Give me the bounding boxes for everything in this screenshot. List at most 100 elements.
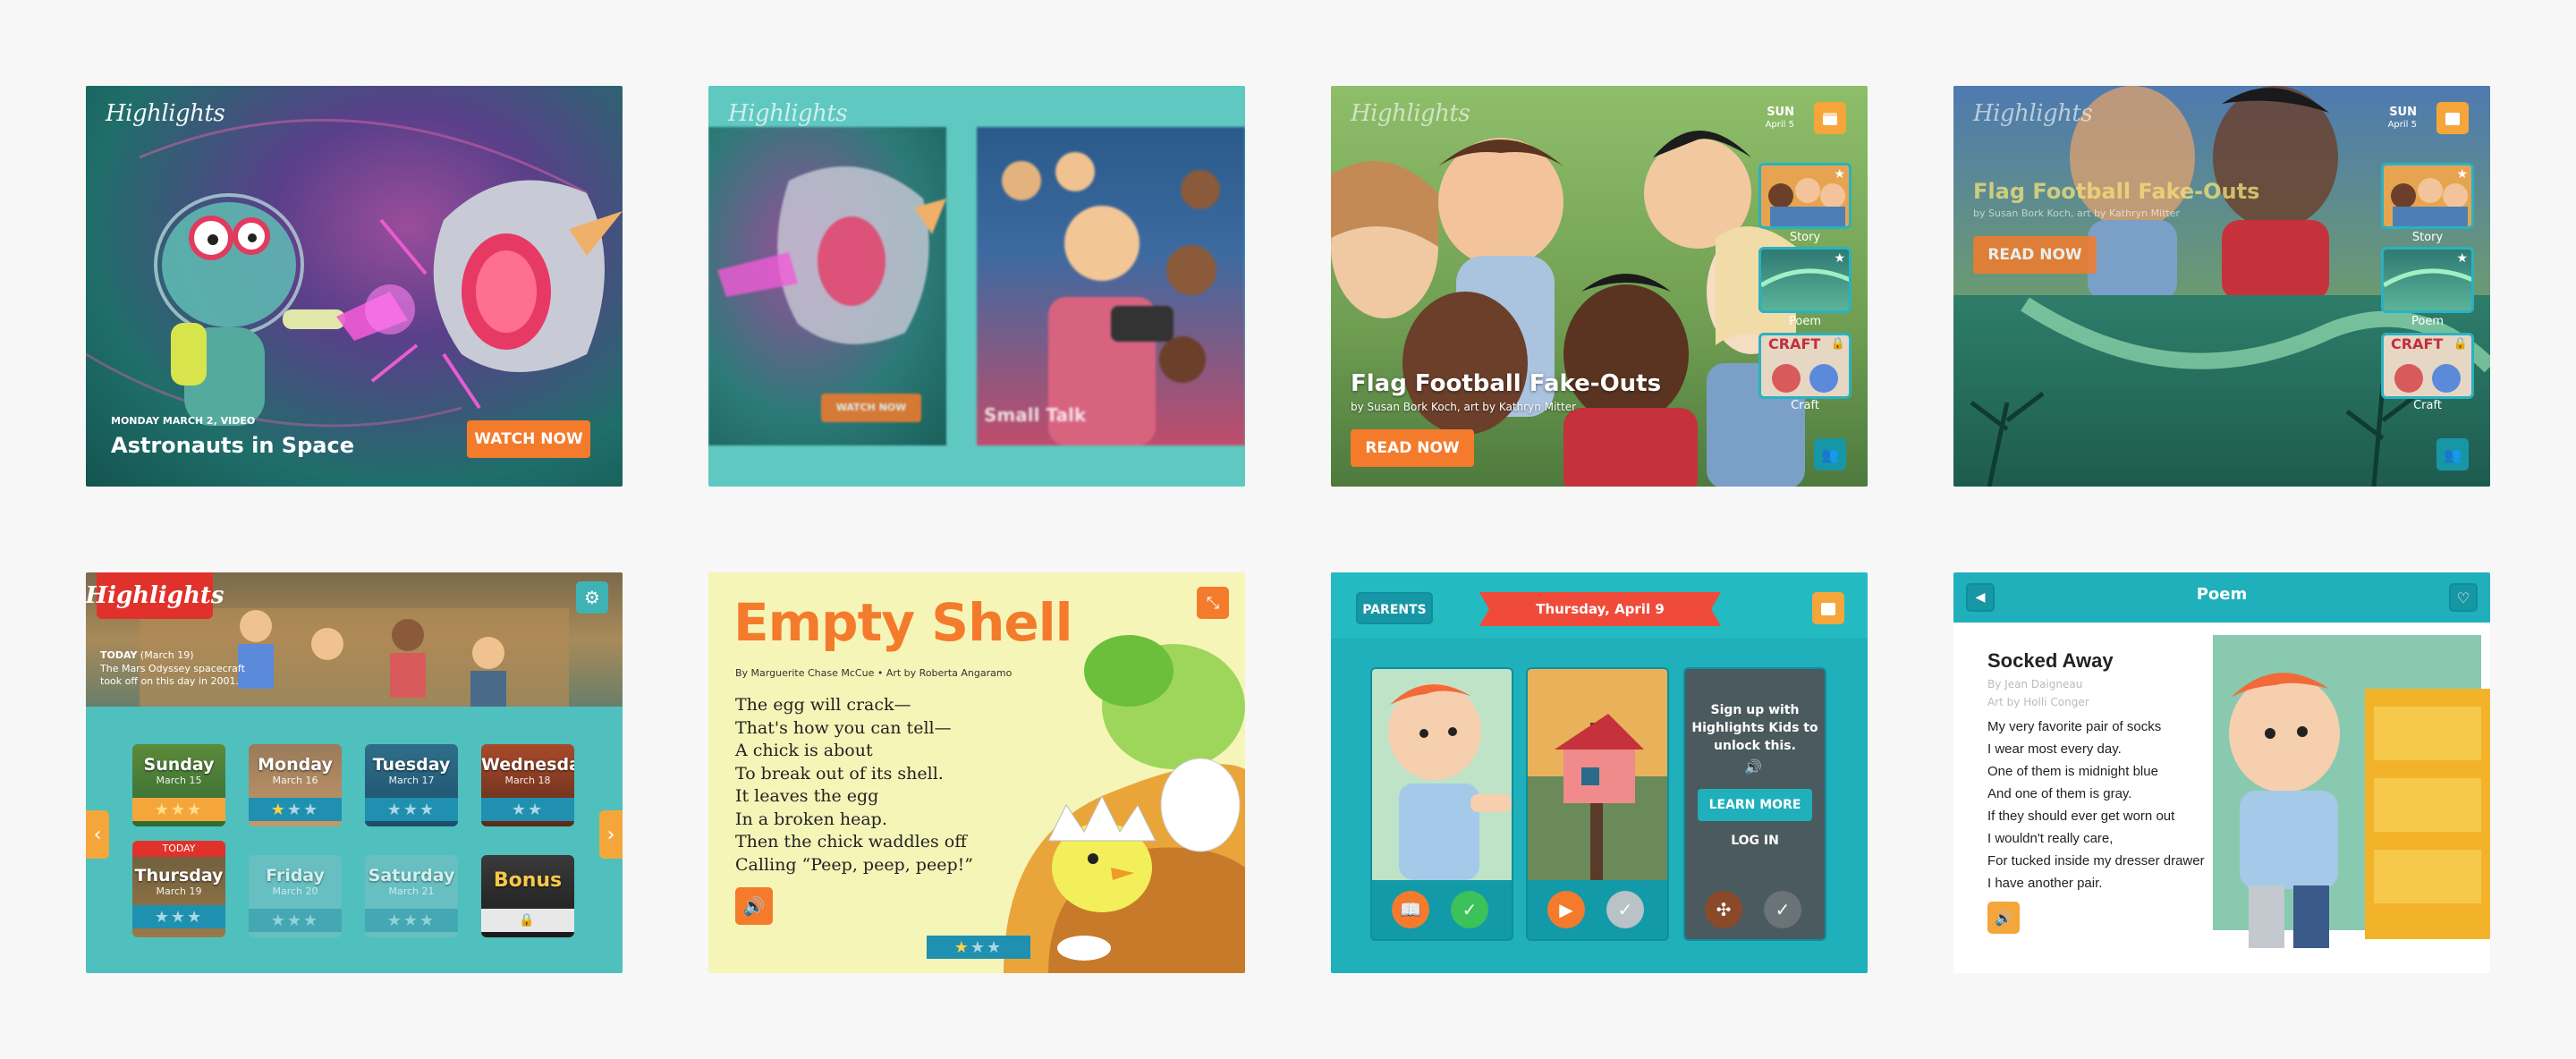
learn-more-button[interactable]: LEARN MORE [1698, 789, 1812, 821]
story-byline: by Susan Bork Koch, art by Kathryn Mitte… [1973, 208, 2181, 219]
poem-line: It leaves the egg [735, 786, 879, 806]
poem-line: If they should ever get worn out [1987, 809, 2175, 824]
speaker-icon[interactable]: 🔊 [1744, 758, 1762, 775]
thumb-story[interactable]: ★ [2381, 163, 2474, 229]
story-card[interactable]: 📖 ✓ [1370, 667, 1513, 941]
parents-button[interactable]: PARENTS [1356, 592, 1433, 624]
day-stars: ★★ [286, 800, 320, 819]
video-date: MONDAY MARCH 2, VIDEO [111, 415, 256, 427]
prev-week-button[interactable]: ‹ [86, 810, 109, 859]
collapse-button[interactable]: ⤡ [1197, 587, 1229, 619]
watch-now-button[interactable]: WATCH NOW [821, 394, 921, 422]
day-name: Wednesday [481, 755, 574, 775]
calendar-button[interactable] [1814, 102, 1846, 134]
day-name: Sunday [143, 755, 215, 775]
signup-line: unlock this. [1714, 739, 1796, 753]
thumb-label-poem: Poem [1789, 315, 1821, 328]
audio-button[interactable]: 🔊 [1987, 902, 2020, 934]
play-icon: ▶ [1559, 899, 1573, 920]
day-card-sunday[interactable]: Sunday March 15 ★★★ [132, 744, 225, 826]
thumb-story[interactable]: ★ [1758, 163, 1852, 229]
watch-now-button[interactable]: WATCH NOW [467, 420, 590, 458]
locked-activity-button: ✣ [1705, 891, 1742, 928]
day-card-saturday[interactable]: Saturday March 21 ★★★ [365, 855, 458, 937]
crowd-illustration [1002, 152, 1220, 445]
calendar-button[interactable] [2436, 102, 2469, 134]
read-now-button[interactable]: READ NOW [1351, 429, 1474, 467]
craft-thumb-text: CRAFT [1768, 335, 1821, 352]
day-date: March 19 [156, 885, 202, 897]
thumb-label-story: Story [1789, 231, 1821, 244]
pinwheel-icon: ✣ [1716, 899, 1732, 920]
profile-button[interactable]: 👥 [2436, 438, 2469, 470]
log-in-link[interactable]: LOG IN [1685, 834, 1825, 848]
calendar-date: April 5 [1765, 120, 1794, 130]
thumb-craft[interactable]: CRAFT 🔒 [1758, 333, 1852, 399]
calendar-date: April 5 [2387, 120, 2417, 130]
speaker-icon: 🔊 [742, 895, 766, 917]
lock-icon: 🔒 [2453, 337, 2468, 351]
play-button[interactable]: ▶ [1547, 891, 1585, 928]
poem-line: One of them is midnight blue [1987, 764, 2158, 779]
day-date: March 15 [156, 775, 202, 786]
screen-week: Highlights TODAY (March 19) The Mars Ody… [86, 572, 623, 973]
day-date: March 18 [504, 775, 551, 786]
settings-button[interactable]: ⚙ [576, 581, 608, 614]
day-date: March 16 [272, 775, 318, 786]
thumb-label-poem: Poem [2411, 315, 2444, 328]
day-card-wednesday[interactable]: Wednesday March 18 ★★ [481, 744, 574, 826]
signup-line: Sign up with [1710, 703, 1800, 717]
highlights-logo: Highlights [1973, 100, 2093, 127]
today-heading: TODAY (March 19) [100, 649, 194, 661]
day-card-thursday[interactable]: TODAY Thursday March 19 ★★★ [132, 841, 225, 937]
day-name: Saturday [368, 866, 455, 885]
day-card-bonus[interactable]: Bonus 🔒 [481, 855, 574, 937]
users-icon: 👥 [2444, 445, 2462, 463]
poem-line: My very favorite pair of socks [1987, 719, 2162, 734]
read-now-button[interactable]: READ NOW [1973, 236, 2097, 274]
calendar-day: SUN [2389, 106, 2417, 119]
read-button[interactable]: 📖 [1392, 891, 1429, 928]
video-card[interactable]: ▶ ✓ [1526, 667, 1669, 941]
day-card-friday[interactable]: Friday March 20 ★★★ [249, 855, 342, 937]
poem-title: Socked Away [1987, 649, 2114, 672]
favorite-button[interactable]: ♡ [2449, 583, 2478, 612]
earned-star-icon: ★ [953, 937, 970, 957]
chevron-right-icon: › [606, 823, 615, 846]
check-icon: ✓ [1775, 899, 1791, 920]
calendar-icon [1823, 113, 1837, 125]
screen-empty-shell: Empty Shell By Marguerite Chase McCue • … [708, 572, 1245, 973]
poem-body: My very favorite pair of socks I wear mo… [1987, 716, 2205, 894]
rating-stars: ★★ [970, 937, 1004, 957]
profile-button[interactable]: 👥 [1814, 438, 1846, 470]
thumb-poem[interactable]: ★ [1758, 247, 1852, 313]
day-stars: ★★ [481, 798, 574, 821]
day-stars: ★★★ [365, 798, 458, 821]
day-stars: ★★★ [132, 798, 225, 821]
calendar-icon [2445, 113, 2460, 125]
poem-line: I wouldn't really care, [1987, 831, 2114, 846]
screen-transition: Highlights WATCH NOW Small Talk [708, 86, 1245, 487]
collapse-icon: ⤡ [1206, 593, 1220, 613]
day-card-tuesday[interactable]: Tuesday March 17 ★★★ [365, 744, 458, 826]
poem-line: A chick is about [735, 741, 873, 760]
star-icon: ★ [2456, 167, 2468, 182]
calendar-button[interactable] [1812, 592, 1844, 624]
next-week-button[interactable]: › [599, 810, 623, 859]
today-fact-line1: The Mars Odyssey spacecraft [100, 663, 245, 674]
today-badge: TODAY [132, 841, 225, 857]
speaker-icon: 🔊 [1995, 909, 2012, 927]
day-card-monday[interactable]: Monday March 16 ★ ★★ [249, 744, 342, 826]
poem-artist: Art by Holli Conger [1987, 696, 2089, 708]
screen-daily-activities: PARENTS Thursday, April 9 📖 ✓ ▶ ✓ Sign u… [1331, 572, 1868, 973]
audio-button[interactable]: 🔊 [735, 887, 773, 925]
poem-line: The egg will crack— [735, 695, 911, 715]
treehouse-illustration [1528, 669, 1667, 880]
heart-icon: ♡ [2456, 589, 2470, 606]
thumb-poem[interactable]: ★ [2381, 247, 2474, 313]
incomplete-check: ✓ [1606, 891, 1644, 928]
day-name: Tuesday [372, 755, 451, 775]
earned-star-icon: ★ [270, 800, 287, 819]
star-icon: ★ [2456, 251, 2468, 266]
thumb-craft[interactable]: CRAFT 🔒 [2381, 333, 2474, 399]
